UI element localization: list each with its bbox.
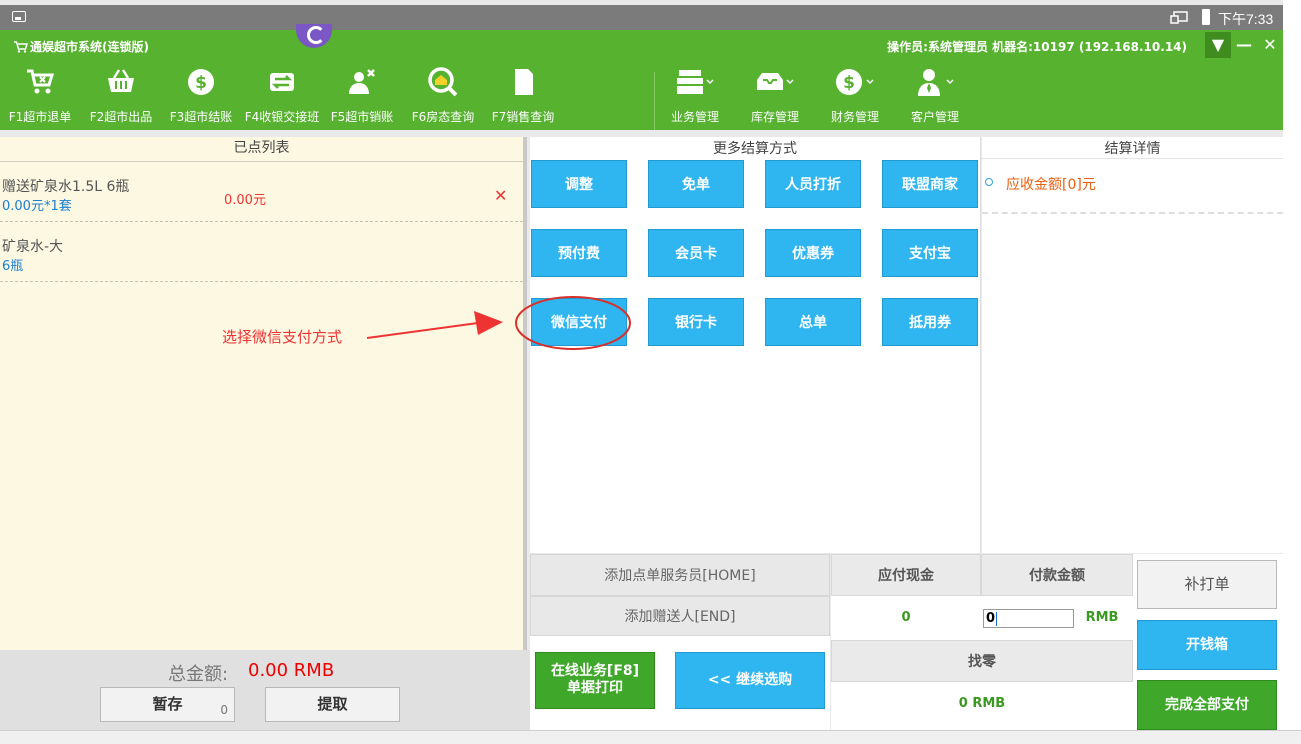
bottom-strip	[0, 730, 1301, 744]
pos-window: 下午7:33 通娱超市系统(连锁版) 操作员:系统管理员 机器名:10197 (…	[0, 0, 1301, 744]
annotation-circle	[515, 296, 631, 350]
annotation-overlay	[366, 296, 631, 350]
annotation-arrow	[366, 322, 479, 339]
screen-edge	[1283, 0, 1301, 744]
annotation-arrowhead	[474, 311, 503, 335]
